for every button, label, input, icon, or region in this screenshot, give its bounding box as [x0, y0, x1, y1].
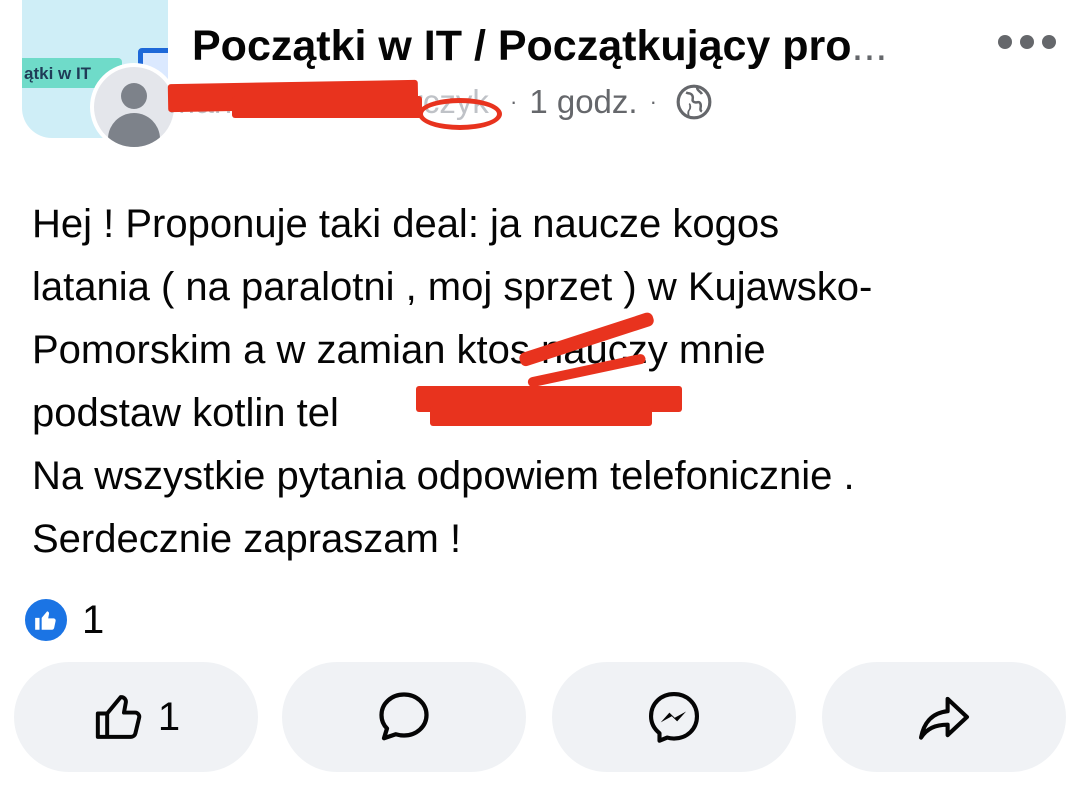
like-count: 1 — [157, 694, 181, 739]
redaction-mark — [418, 98, 502, 130]
default-avatar-icon — [94, 67, 174, 147]
post-time[interactable]: 1 godz. — [529, 83, 637, 121]
reactions-summary[interactable]: 1 — [22, 596, 104, 644]
like-reaction-icon — [22, 596, 70, 644]
redaction-mark — [430, 406, 652, 426]
post-text-line: latania ( na paralotni , moj sprzet ) w … — [32, 265, 873, 309]
send-button[interactable] — [552, 662, 796, 772]
post-card: ątki w IT Początki w IT / Początkujący p… — [0, 0, 1080, 787]
like-button[interactable]: 1 — [14, 662, 258, 772]
share-button[interactable] — [822, 662, 1066, 772]
more-horizontal-icon[interactable] — [998, 30, 1056, 54]
group-name-link[interactable]: Początki w IT / Początkujący pro... — [192, 22, 932, 71]
reaction-count: 1 — [82, 597, 105, 642]
messenger-icon — [648, 691, 700, 743]
globe-icon[interactable] — [675, 83, 713, 121]
share-icon — [918, 696, 970, 740]
comment-icon — [379, 692, 429, 741]
action-bar: 1 — [14, 662, 1068, 772]
group-thumbnail-text: ątki w IT — [24, 64, 92, 83]
comment-button[interactable] — [282, 662, 526, 772]
post-text-line: Na wszystkie pytania odpowiem telefonicz… — [32, 454, 855, 498]
group-name-ellipsis: ... — [851, 22, 888, 70]
meta-separator: · — [649, 89, 657, 114]
group-name: Początki w IT / Początkujący pro — [192, 22, 852, 70]
thumbs-up-icon — [95, 695, 142, 739]
post-text-line: Serdecznie zapraszam ! — [32, 517, 462, 561]
author-avatar[interactable] — [90, 63, 178, 151]
redaction-mark — [232, 96, 422, 118]
meta-separator: · — [510, 89, 518, 114]
post-text-line: Hej ! Proponuje taki deal: ja naucze kog… — [32, 202, 780, 246]
